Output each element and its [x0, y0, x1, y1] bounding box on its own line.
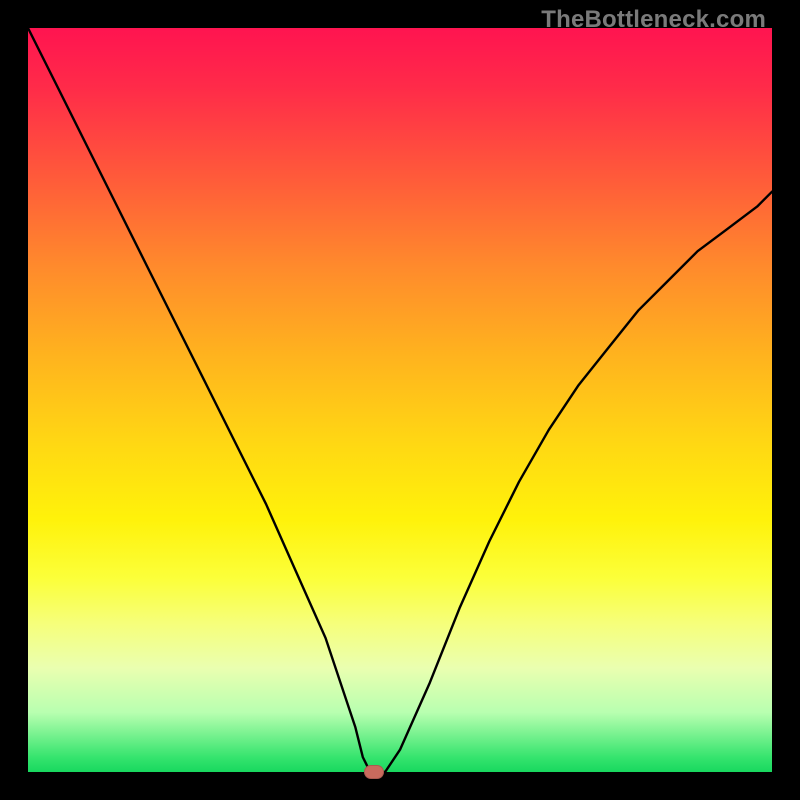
optimal-point-marker [364, 765, 384, 779]
bottleneck-curve [28, 28, 772, 772]
outer-frame: TheBottleneck.com [0, 0, 800, 800]
